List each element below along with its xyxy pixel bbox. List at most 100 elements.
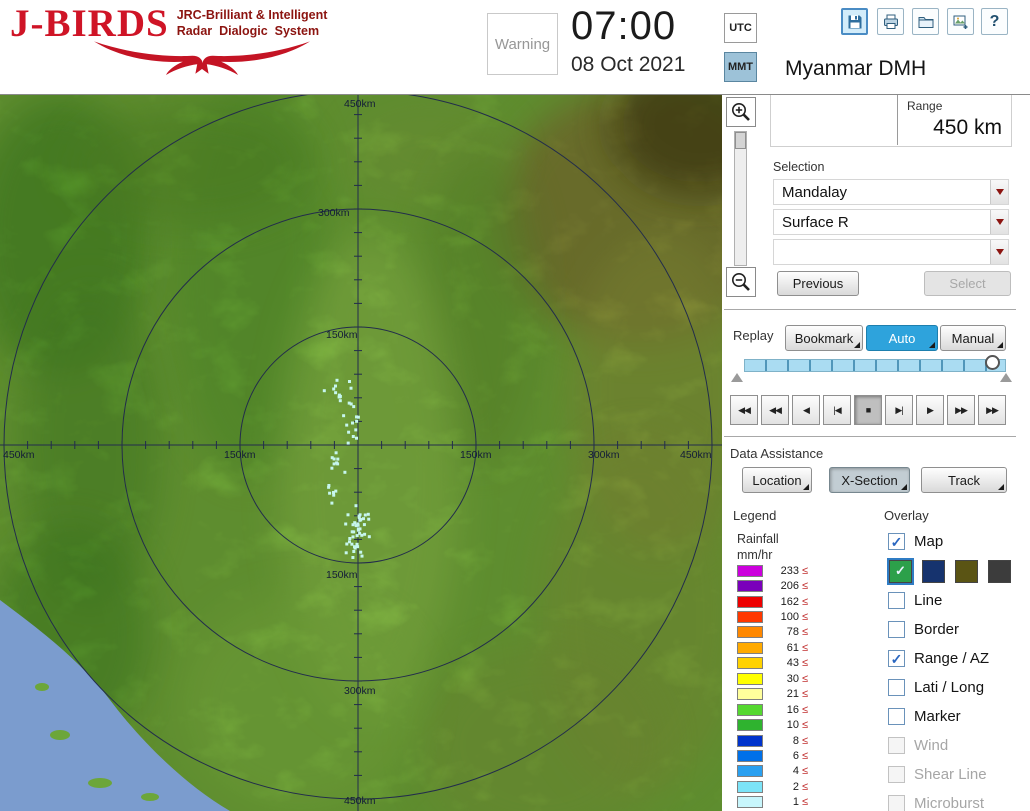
timeline-start-marker[interactable] (731, 373, 743, 382)
fast-forward-button[interactable]: ▶▶ (947, 395, 975, 425)
map-color-swatch[interactable] (988, 559, 1011, 583)
select-button[interactable]: Select (924, 271, 1011, 296)
legend-unit-line2: mm/hr (737, 548, 773, 562)
overlay-item-label: Wind (914, 737, 949, 754)
fast-rewind-button[interactable]: ◀◀ (761, 395, 789, 425)
export-image-button[interactable] (947, 8, 974, 35)
timeline-end-marker[interactable] (1000, 373, 1012, 382)
station-dropdown[interactable]: Mandalay (773, 179, 1009, 205)
legend-row: 8 ≤ (737, 733, 808, 748)
skip-first-button[interactable]: ◀◀ (730, 395, 758, 425)
checkbox (888, 766, 905, 783)
radar-map-display[interactable]: 450km 300km 150km 150km 300km 450km 450km 150km… (0, 95, 722, 811)
legend-row: 1 ≤ (737, 795, 808, 810)
map-color-swatches: ✓ (887, 556, 1022, 586)
checkbox[interactable] (888, 708, 905, 725)
checkbox[interactable]: ✓ (888, 650, 905, 667)
stop-button[interactable]: ■ (854, 395, 882, 425)
zoom-in-button[interactable] (726, 97, 756, 127)
legend-row: 21 ≤ (737, 687, 808, 702)
legend-color-swatch (737, 657, 763, 670)
overlay-item-lati-long[interactable]: Lati / Long (888, 673, 1022, 702)
legend-color-swatch (737, 765, 763, 778)
legend-value: 10 (786, 719, 799, 732)
overlay-item-border[interactable]: Border (888, 615, 1022, 644)
legend-color-swatch (737, 580, 763, 593)
option-dropdown[interactable] (773, 239, 1009, 265)
overlay-item-map[interactable]: ✓ Map (888, 527, 1022, 556)
zoom-in-icon (732, 103, 750, 121)
legend-row: 233 ≤ (737, 563, 808, 578)
checkbox (888, 737, 905, 754)
bookmark-button[interactable]: Bookmark (785, 325, 863, 351)
utc-button[interactable]: UTC (724, 13, 757, 43)
zoom-slider-thumb[interactable] (735, 132, 746, 149)
zoom-slider-track[interactable] (734, 131, 747, 266)
save-button[interactable] (841, 8, 868, 35)
legend-value: 61 (786, 641, 799, 654)
legend-color-swatch (737, 611, 763, 624)
lte-symbol: ≤ (802, 734, 809, 747)
map-color-swatch[interactable]: ✓ (887, 557, 914, 585)
replay-timeline-slider[interactable] (744, 359, 1006, 372)
legend-row: 30 ≤ (737, 671, 808, 686)
open-folder-button[interactable] (912, 8, 939, 35)
previous-button[interactable]: Previous (777, 271, 859, 296)
legend-color-swatch (737, 688, 763, 701)
checkbox[interactable]: ✓ (888, 533, 905, 550)
location-button[interactable]: Location (742, 467, 812, 493)
chevron-down-icon (995, 249, 1004, 255)
overlay-title: Overlay (884, 508, 929, 523)
checkbox[interactable] (888, 621, 905, 638)
legend-value: 100 (780, 611, 799, 624)
print-button[interactable] (877, 8, 904, 35)
legend-scale: 233 ≤206 ≤162 ≤100 ≤78 ≤61 ≤43 ≤30 ≤21 ≤16 ≤10 ≤8 ≤6… (737, 563, 808, 810)
mmt-button[interactable]: MMT (724, 52, 757, 82)
overlay-item-marker[interactable]: Marker (888, 702, 1022, 731)
overlay-item-line[interactable]: Line (888, 586, 1022, 615)
map-color-swatch[interactable] (955, 559, 978, 583)
manual-mode-button[interactable]: Manual (940, 325, 1006, 351)
reverse-play-button[interactable]: ◀ (792, 395, 820, 425)
overlay-item-range-az[interactable]: ✓ Range / AZ (888, 644, 1022, 673)
legend-color-swatch (737, 780, 763, 793)
product-dropdown[interactable]: Surface R (773, 209, 1009, 235)
legend-color-swatch (737, 641, 763, 654)
dropdown-arrow-button[interactable] (990, 180, 1008, 204)
skip-last-button[interactable]: ▶▶ (978, 395, 1006, 425)
legend-row: 100 ≤ (737, 609, 808, 624)
legend-color-swatch (737, 734, 763, 747)
dropdown-arrow-button[interactable] (990, 240, 1008, 264)
legend-title: Legend (733, 508, 777, 523)
x-section-button[interactable]: X-Section (829, 467, 910, 493)
warning-label: Warning (494, 35, 551, 53)
lte-symbol: ≤ (802, 564, 809, 577)
checkbox[interactable] (888, 592, 905, 609)
timeline-position-thumb[interactable] (985, 355, 1000, 370)
legend-value: 21 (786, 688, 799, 701)
printer-icon (883, 14, 898, 29)
play-button[interactable]: ▶ (916, 395, 944, 425)
help-button[interactable]: ? (981, 8, 1008, 35)
checkbox (888, 795, 905, 811)
step-back-button[interactable]: |◀ (823, 395, 851, 425)
range-divider (897, 95, 898, 145)
playback-controls: ◀◀ ◀◀ ◀ |◀ ■ ▶| ▶ ▶▶ ▶▶ (730, 395, 1006, 425)
map-color-swatch[interactable] (922, 559, 945, 583)
legend-unit-line1: Rainfall (737, 532, 779, 546)
overlay-item-label: Range / AZ (914, 650, 990, 667)
zoom-out-button[interactable] (726, 267, 756, 297)
legend-value: 43 (786, 657, 799, 670)
legend-row: 43 ≤ (737, 656, 808, 671)
checkbox[interactable] (888, 679, 905, 696)
logo-subtitle-line1: JRC-Brilliant & Intelligent (176, 8, 328, 22)
legend-row: 61 ≤ (737, 640, 808, 655)
export-image-icon (953, 15, 967, 29)
dropdown-arrow-button[interactable] (990, 210, 1008, 234)
overlay-list: ✓ Map ✓ Line Border ✓ Range / AZ Lati / Long Mar… (887, 527, 1022, 811)
legend-row: 2 ≤ (737, 779, 808, 794)
replay-label: Replay (733, 328, 774, 343)
step-forward-button[interactable]: ▶| (885, 395, 913, 425)
track-button[interactable]: Track (921, 467, 1007, 493)
auto-mode-button[interactable]: Auto (866, 325, 938, 351)
